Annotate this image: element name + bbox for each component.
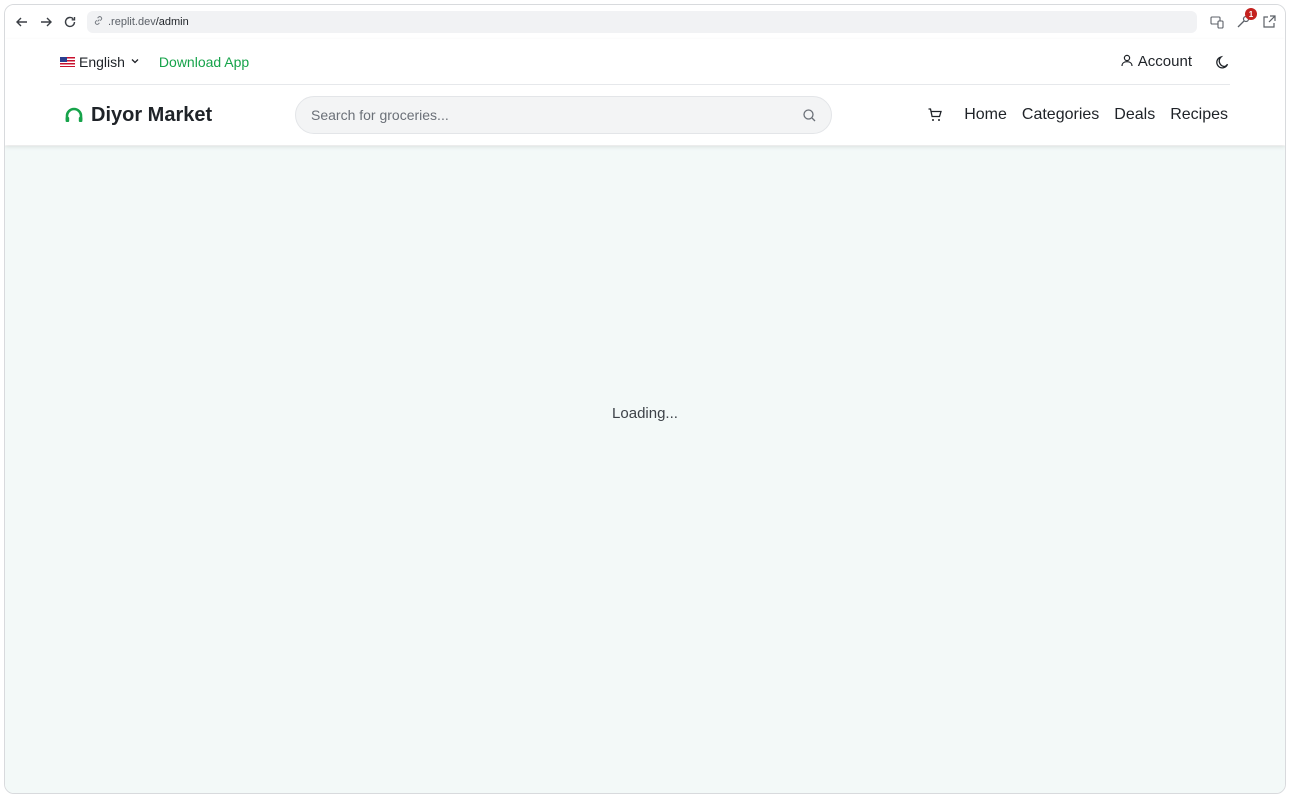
forward-arrow-icon[interactable] <box>37 13 55 31</box>
chevron-down-icon <box>129 54 141 70</box>
nav-categories[interactable]: Categories <box>1022 106 1099 124</box>
loading-text: Loading... <box>612 405 678 422</box>
account-button[interactable]: Account <box>1120 53 1192 71</box>
browser-toolbar: .replit.dev/admin 1 <box>5 5 1285 39</box>
back-arrow-icon[interactable] <box>13 13 31 31</box>
brand-logo[interactable]: Diyor Market <box>63 104 295 127</box>
moon-icon[interactable] <box>1214 54 1230 70</box>
devtools-wrench-icon[interactable]: 1 <box>1235 8 1257 30</box>
link-icon <box>93 15 104 29</box>
utility-bar: English Download App Account <box>60 39 1230 85</box>
brand-name: Diyor Market <box>91 103 213 126</box>
user-icon <box>1120 53 1134 71</box>
download-app-link[interactable]: Download App <box>159 54 249 70</box>
search-bar <box>295 96 832 134</box>
notification-badge: 1 <box>1245 8 1257 20</box>
page-content: Loading... <box>5 146 1285 793</box>
language-selector[interactable]: English <box>60 54 141 70</box>
address-bar[interactable]: .replit.dev/admin <box>87 11 1197 33</box>
url-path: /admin <box>155 16 189 28</box>
browser-window: .replit.dev/admin 1 English Download App… <box>4 4 1286 794</box>
reload-icon[interactable] <box>61 13 79 31</box>
main-nav-row: Diyor Market Home Categories Deals Recip… <box>5 85 1285 145</box>
site-header: English Download App Account Diyor Marke… <box>5 39 1285 145</box>
search-input[interactable] <box>311 107 771 123</box>
primary-nav: Home Categories Deals Recipes <box>927 106 1228 124</box>
headphones-icon <box>63 104 85 126</box>
search-icon[interactable] <box>802 108 817 123</box>
us-flag-icon <box>60 56 75 67</box>
cart-icon[interactable] <box>927 107 943 123</box>
url-host: .replit.dev <box>108 16 156 28</box>
nav-home[interactable]: Home <box>964 106 1007 124</box>
nav-deals[interactable]: Deals <box>1114 106 1155 124</box>
open-external-icon[interactable] <box>1261 14 1277 30</box>
nav-recipes[interactable]: Recipes <box>1170 106 1228 124</box>
account-label: Account <box>1137 53 1192 70</box>
devices-icon[interactable] <box>1209 14 1225 30</box>
language-label: English <box>79 53 125 70</box>
